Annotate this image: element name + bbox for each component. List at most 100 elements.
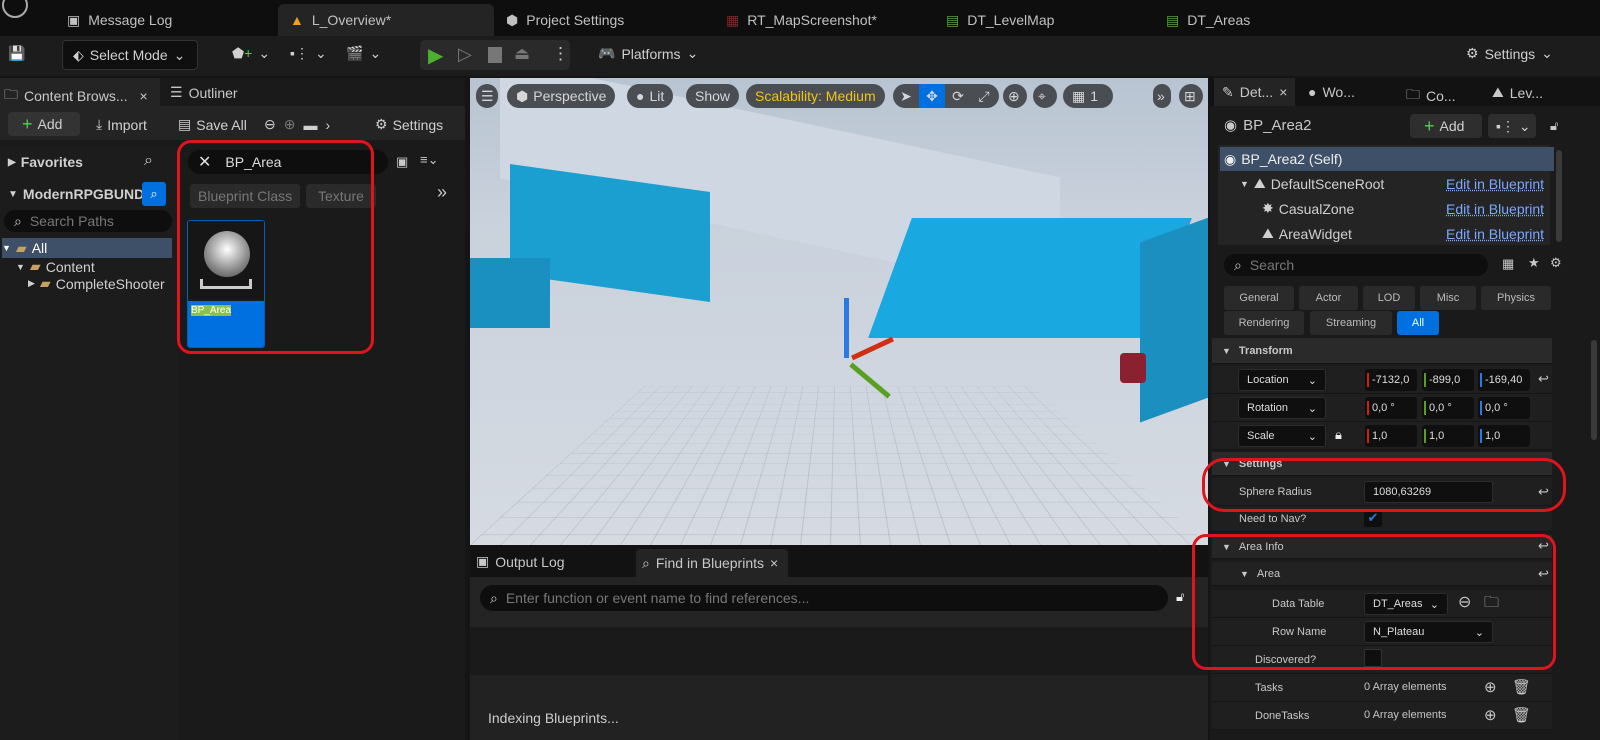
component-areawidget[interactable]: ⛰ AreaWidget [1262,225,1352,242]
close-icon[interactable]: × [770,555,778,571]
scale-z[interactable]: 1,0 [1478,425,1530,447]
category-general[interactable]: General [1224,286,1294,310]
tree-item-content[interactable]: ▼ ▰ Content [16,258,95,275]
add-button[interactable]: + Add [8,112,80,136]
trash-icon[interactable]: 🗑︎ [1512,706,1531,724]
scale-x[interactable]: 1,0 [1365,425,1417,447]
move-tool-icon[interactable]: ✥ [919,84,945,108]
category-misc[interactable]: Misc [1420,286,1476,310]
viewport-layout-button[interactable]: ⊞ [1179,84,1203,108]
favorites-section[interactable]: ▶ Favorites [8,154,83,170]
category-all[interactable]: All [1397,311,1439,335]
gizmo-z-axis[interactable] [844,298,849,358]
lock-icon[interactable]: 🔓︎ [1550,118,1558,134]
component-casualzone[interactable]: ✸ CasualZone [1262,200,1354,217]
search-paths-input[interactable]: ⌕ Search Paths [4,210,172,232]
perspective-button[interactable]: ⬢ Perspective [507,84,616,108]
filter-icon[interactable]: ≡⌄ [420,152,438,168]
tab-message-log[interactable]: ▣ Message Log [55,4,275,36]
scale-tool-icon[interactable]: ⤢ [971,88,997,105]
surface-snap-button[interactable]: ⌖ [1033,84,1057,108]
more-viewport-options[interactable]: » [1153,84,1171,108]
location-dropdown[interactable]: Location ⌄ [1238,369,1326,391]
location-y[interactable]: -899,0 [1422,369,1474,391]
chevron-right-icon[interactable]: › [325,117,330,133]
component-self[interactable]: ◉ BP_Area2 (Self) [1220,147,1554,171]
category-actor[interactable]: Actor [1299,286,1358,310]
folder-icon[interactable]: ▬ [303,117,317,133]
world-space-button[interactable]: ⊕ [1003,84,1027,108]
edit-in-blueprint-link[interactable]: Edit in Blueprint [1446,201,1544,217]
location-z[interactable]: -169,40 [1478,369,1530,391]
rotation-z[interactable]: 0,0 ° [1478,397,1530,419]
select-tool-icon[interactable]: ➤ [893,88,919,105]
blueprint-options-button[interactable]: ▪⋮ ⌄ [1488,114,1536,138]
settings-button[interactable]: ⚙ Settings [375,116,443,133]
gizmo-x-axis[interactable] [851,336,894,361]
save-search-icon[interactable]: ▣ [396,154,408,170]
unreal-logo[interactable] [2,0,28,18]
category-lod[interactable]: LOD [1363,286,1415,310]
add-element-icon[interactable]: ⊕ [1484,706,1497,724]
blueprint-button[interactable]: ▪⋮ ⌄ [290,45,327,62]
component-defaultsceneroot[interactable]: ▼ ⛰ DefaultSceneRoot [1240,175,1384,192]
tab-details[interactable]: ✎ Det... × [1214,78,1296,106]
tab-project-settings[interactable]: ⬢ Project Settings [494,4,714,36]
more-options-icon[interactable]: ⋮ [552,44,569,64]
rotate-tool-icon[interactable]: ⟳ [945,88,971,105]
tab-dt-areas[interactable]: ▤ DT_Areas [1154,4,1374,36]
edit-in-blueprint-link[interactable]: Edit in Blueprint [1446,176,1544,192]
tab-world-settings[interactable]: ● Wo... [1308,84,1355,100]
search-folder-icon[interactable]: ⌕ [142,182,166,206]
add-component-button[interactable]: + Add [1410,114,1482,138]
gear-icon[interactable]: ⚙ [1550,255,1562,271]
add-element-icon[interactable]: ⊕ [1484,678,1497,696]
rotation-dropdown[interactable]: Rotation ⌄ [1238,397,1326,419]
play-icon[interactable]: ▶ [428,43,443,68]
lit-button[interactable]: ● Lit [627,84,674,108]
level-viewport[interactable] [470,78,1208,545]
find-in-blueprints-search[interactable]: ⌕ Enter function or event name to find re… [480,585,1168,611]
tab-find-in-blueprints[interactable]: ⌕ Find in Blueprints × [636,549,789,577]
stop-icon[interactable] [488,47,502,63]
save-icon[interactable]: 💾 [8,45,25,62]
show-button[interactable]: Show [686,84,740,108]
component-scrollbar[interactable] [1556,150,1562,242]
category-rendering[interactable]: Rendering [1224,311,1304,335]
add-actor-button[interactable]: ⬟+ ⌄ [232,45,270,62]
eject-icon[interactable]: ⏏ [514,44,530,64]
tab-content-browser[interactable]: 🗀 Content Brows... × [4,84,148,108]
tab-outliner[interactable]: ☰ Outliner [170,84,238,101]
rotation-x[interactable]: 0,0 ° [1365,397,1417,419]
search-icon[interactable]: ⌕ [144,152,153,170]
cinematics-button[interactable]: 🎬 ⌄ [346,45,381,62]
location-x[interactable]: -7132,0 [1365,369,1417,391]
details-search-input[interactable]: ⌕ Search [1224,254,1488,276]
tab-l-overview[interactable]: ▲ L_Overview* [278,4,494,36]
reset-icon[interactable]: ↩ [1538,371,1549,387]
transform-section[interactable]: ▼ Transform [1212,338,1552,364]
category-streaming[interactable]: Streaming [1310,311,1392,335]
save-all-button[interactable]: ▤ Save All [178,116,247,133]
details-scrollbar[interactable] [1591,340,1597,440]
lock-icon[interactable]: 🔓︎ [1176,589,1184,605]
rotation-y[interactable]: 0,0 ° [1422,397,1474,419]
tab-dt-levelmap[interactable]: ▤ DT_LevelMap [934,4,1154,36]
tree-item-all[interactable]: ▼ ▰ All [2,238,172,258]
more-filters-icon[interactable]: » [437,182,447,203]
scale-dropdown[interactable]: Scale ⌄ [1238,425,1326,447]
category-physics[interactable]: Physics [1481,286,1551,310]
forward-icon[interactable]: ⊕ [284,116,296,133]
import-button[interactable]: ⤓ Import [96,116,147,133]
trash-icon[interactable]: 🗑︎ [1512,678,1531,696]
root-section[interactable]: ▼ ModernRPGBUND [8,186,144,202]
step-icon[interactable]: ▷ [458,44,472,65]
tree-item-completeshooter[interactable]: ▶ ▰ CompleteShooter [28,275,165,292]
tab-levels[interactable]: ⛰ Lev... [1492,84,1543,101]
lock-ratio-icon[interactable]: 🔒︎ [1335,427,1342,443]
select-mode-dropdown[interactable]: ⬖ Select Mode ⌄ [62,40,198,70]
grid-snap-button[interactable]: ▦ 1 [1063,84,1113,108]
back-icon[interactable]: ⊖ [264,116,276,133]
edit-in-blueprint-link[interactable]: Edit in Blueprint [1446,226,1544,242]
viewport-menu-button[interactable]: ☰ [476,84,498,108]
